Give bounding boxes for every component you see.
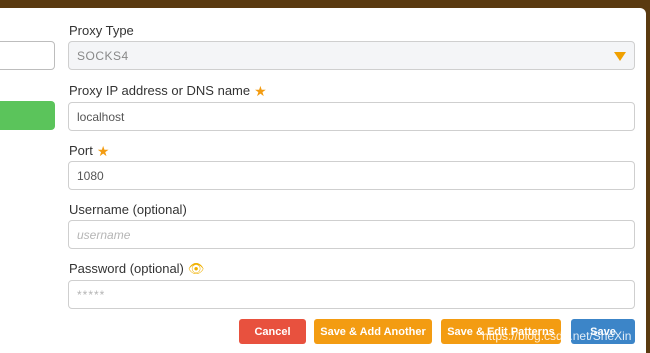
proxy-host-value: localhost: [77, 109, 125, 124]
save-button-label: Save: [590, 325, 616, 338]
save-button[interactable]: Save: [571, 319, 635, 344]
password-label-text: Password (optional): [69, 261, 184, 276]
proxy-type-value: SOCKS4: [77, 48, 129, 63]
port-value: 1080: [77, 168, 104, 183]
proxy-host-label-text: Proxy IP address or DNS name: [69, 83, 251, 98]
left-partial-green-button[interactable]: [0, 101, 55, 130]
star-icon: ★: [96, 142, 110, 159]
password-placeholder: *****: [77, 287, 106, 302]
port-input[interactable]: 1080: [68, 161, 635, 190]
username-label: Username (optional): [69, 202, 187, 217]
password-label: Password (optional) 👁: [69, 261, 204, 276]
proxy-type-label-text: Proxy Type: [69, 23, 134, 38]
port-label: Port ★: [69, 143, 109, 158]
save-add-another-button[interactable]: Save & Add Another: [314, 319, 432, 344]
username-label-text: Username (optional): [69, 202, 187, 217]
proxy-form-panel: Proxy Type SOCKS4 Proxy IP address or DN…: [0, 8, 646, 353]
proxy-host-input[interactable]: localhost: [68, 102, 635, 131]
proxy-type-label: Proxy Type: [69, 23, 134, 38]
left-partial-input[interactable]: [0, 41, 55, 70]
cancel-button[interactable]: Cancel: [239, 319, 306, 344]
save-edit-patterns-button[interactable]: Save & Edit Patterns: [441, 319, 561, 344]
star-icon: ★: [254, 82, 267, 99]
proxy-host-label: Proxy IP address or DNS name ★: [69, 83, 267, 98]
cancel-button-label: Cancel: [254, 325, 291, 338]
save-edit-patterns-label: Save & Edit Patterns: [447, 325, 555, 338]
proxy-type-select[interactable]: SOCKS4: [68, 41, 635, 70]
save-add-another-label: Save & Add Another: [320, 325, 426, 338]
username-placeholder: username: [77, 227, 131, 242]
caret-down-icon: [614, 52, 626, 61]
eye-icon[interactable]: 👁: [188, 262, 205, 275]
username-input[interactable]: username: [68, 220, 635, 249]
password-input[interactable]: *****: [68, 280, 635, 309]
port-label-text: Port: [69, 143, 93, 158]
